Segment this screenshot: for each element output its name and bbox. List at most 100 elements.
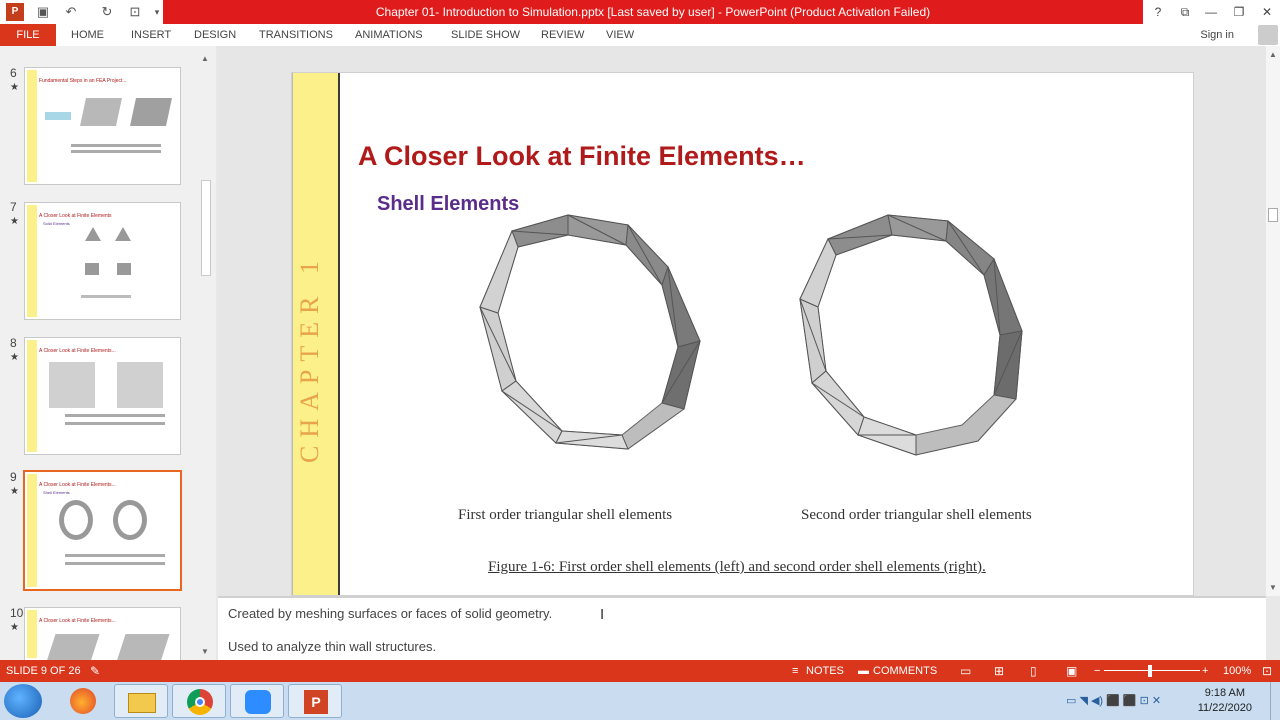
tab-transitions[interactable]: TRANSITIONS	[259, 24, 333, 46]
restore-icon[interactable]: ❐	[1226, 0, 1252, 24]
thumbnail-graphic	[117, 362, 163, 408]
scroll-up-icon[interactable]: ▲	[1269, 50, 1277, 59]
fit-to-window-icon[interactable]: ⊡	[1262, 660, 1272, 682]
text-cursor-icon: I	[600, 606, 605, 623]
thumbnail-graphic	[117, 263, 131, 275]
thumbnail-number: 6	[10, 66, 17, 80]
thumbnail-title: Fundamental Steps in an FEA Project...	[39, 78, 127, 84]
scroll-down-icon[interactable]: ▼	[201, 647, 209, 656]
slide-show-icon[interactable]: ▣	[1066, 660, 1077, 682]
tab-file[interactable]: FILE	[0, 24, 56, 46]
sign-in-link[interactable]: Sign in	[1200, 24, 1234, 46]
scroll-down-icon[interactable]: ▼	[1269, 583, 1277, 592]
slide-sorter-icon[interactable]: ⊞	[994, 660, 1004, 682]
zoom-level[interactable]: 100%	[1223, 660, 1251, 682]
thumbnail-title: A Closer Look at Finite Elements...	[39, 618, 116, 624]
tray-icons[interactable]: ▭ ◥ ◀) ⬛ ⬛ ⊡ ✕	[1066, 694, 1161, 707]
notes-button[interactable]: NOTES	[806, 660, 844, 682]
thumbnail-text-line	[81, 295, 131, 298]
notes-pane[interactable]: Created by meshing surfaces or faces of …	[218, 596, 1266, 660]
slide-thumbnail-7[interactable]: A Closer Look at Finite Elements Solid E…	[24, 202, 181, 320]
thumbnail-number: 8	[10, 336, 17, 350]
thumbnail-text-line	[71, 144, 161, 147]
normal-view-icon[interactable]: ▭	[960, 660, 971, 682]
tab-home[interactable]: HOME	[71, 24, 104, 46]
thumbnail-chapter-strip	[27, 70, 37, 182]
minimize-icon[interactable]: —	[1198, 0, 1224, 24]
thumbnail-graphic	[115, 227, 131, 241]
title-bar: P ▣ ↶ ↻ ⊡ ▾ Chapter 01- Introduction to …	[0, 0, 1280, 24]
show-desktop-button[interactable]	[1270, 682, 1280, 720]
thumbnail-title: A Closer Look at Finite Elements...	[39, 482, 116, 488]
ribbon-tabs: FILE HOME INSERT DESIGN TRANSITIONS ANIM…	[0, 24, 1280, 46]
caption-first-order: First order triangular shell elements	[458, 507, 673, 523]
thumbnail-text-line	[65, 414, 165, 417]
status-bar: SLIDE 9 OF 26 ✎ ≡ NOTES ▬ COMMENTS ▭ ⊞ ▯…	[0, 660, 1280, 682]
spell-check-icon[interactable]: ✎	[90, 660, 100, 682]
zoom-app-icon[interactable]	[230, 684, 284, 718]
clock-time: 9:18 AM	[1204, 687, 1246, 699]
slide-thumbnail-10[interactable]: A Closer Look at Finite Elements...	[24, 607, 181, 660]
zoom-slider[interactable]	[1104, 670, 1200, 671]
slide-scrollbar[interactable]: ▲ ▼	[1266, 46, 1280, 596]
slide-thumbnail-6[interactable]: Fundamental Steps in an FEA Project...	[24, 67, 181, 185]
clock-date: 11/22/2020	[1197, 702, 1252, 714]
thumbnail-text-line	[65, 554, 165, 557]
comments-icon[interactable]: ▬	[858, 660, 869, 682]
start-from-beginning-icon[interactable]: ⊡	[126, 3, 144, 21]
thumbnail-graphic	[49, 362, 95, 408]
powerpoint-logo-icon: P	[6, 3, 24, 21]
thumbnail-title: A Closer Look at Finite Elements...	[39, 348, 116, 354]
scrollbar-thumb[interactable]	[201, 180, 211, 276]
thumbnail-number: 7	[10, 200, 17, 214]
scroll-up-icon[interactable]: ▲	[201, 54, 209, 63]
start-button-icon[interactable]	[4, 684, 42, 718]
tab-slide-show[interactable]: SLIDE SHOW	[451, 24, 520, 46]
slide-thumbnail-9[interactable]: A Closer Look at Finite Elements... Shel…	[23, 470, 182, 591]
zoom-in-icon[interactable]: +	[1202, 660, 1208, 682]
thumbnail-subtitle: Solid Elements	[43, 221, 70, 226]
firefox-icon[interactable]	[56, 684, 110, 718]
thumbnail-graphic	[46, 634, 100, 660]
tab-review[interactable]: REVIEW	[541, 24, 584, 46]
zoom-out-icon[interactable]: −	[1094, 660, 1100, 682]
file-explorer-icon[interactable]	[114, 684, 168, 718]
notes-icon[interactable]: ≡	[792, 660, 798, 682]
slide-title[interactable]: A Closer Look at Finite Elements…	[358, 141, 806, 172]
animation-star-icon: ★	[10, 352, 19, 363]
current-slide[interactable]: CHAPTER 1 A Closer Look at Finite Elemen…	[291, 72, 1194, 596]
undo-icon[interactable]: ↶	[62, 3, 80, 21]
notes-line[interactable]: Created by meshing surfaces or faces of …	[228, 606, 552, 621]
help-icon[interactable]: ?	[1145, 0, 1171, 24]
user-avatar-icon[interactable]	[1258, 25, 1278, 45]
scrollbar-thumb[interactable]	[1268, 208, 1278, 222]
thumbnail-number: 10	[10, 606, 24, 620]
thumbnail-title: A Closer Look at Finite Elements	[39, 213, 112, 219]
slide-thumbnail-8[interactable]: A Closer Look at Finite Elements...	[24, 337, 181, 455]
chapter-strip: CHAPTER 1	[292, 73, 340, 595]
redo-icon[interactable]: ↻	[98, 3, 116, 21]
zoom-slider-thumb[interactable]	[1148, 665, 1152, 677]
first-order-shell-ring-graphic	[479, 214, 701, 450]
tab-insert[interactable]: INSERT	[131, 24, 171, 46]
chrome-icon[interactable]	[172, 684, 226, 718]
notes-line[interactable]: Used to analyze thin wall structures.	[228, 639, 436, 654]
animation-star-icon: ★	[10, 622, 19, 633]
tab-animations[interactable]: ANIMATIONS	[355, 24, 423, 46]
windows-taskbar: P ▭ ◥ ◀) ⬛ ⬛ ⊡ ✕ 9:18 AM 11/22/2020	[0, 682, 1280, 720]
thumbnail-chapter-strip	[27, 340, 37, 452]
tab-view[interactable]: VIEW	[606, 24, 634, 46]
reading-view-icon[interactable]: ▯	[1030, 660, 1037, 682]
save-icon[interactable]: ▣	[34, 3, 52, 21]
close-icon[interactable]: ✕	[1254, 0, 1280, 24]
powerpoint-app-icon[interactable]: P	[288, 684, 342, 718]
comments-button[interactable]: COMMENTS	[873, 660, 937, 682]
tab-design[interactable]: DESIGN	[194, 24, 236, 46]
slide-editing-area: CHAPTER 1 A Closer Look at Finite Elemen…	[218, 46, 1266, 596]
ribbon-display-icon[interactable]: ⧉	[1172, 0, 1198, 24]
window-title: Chapter 01- Introduction to Simulation.p…	[163, 0, 1143, 24]
thumbnail-text-line	[65, 562, 165, 565]
thumbnail-graphic	[116, 634, 170, 660]
thumbnail-scrollbar[interactable]: ▲ ▼	[198, 54, 214, 656]
system-clock[interactable]: 9:18 AM 11/22/2020	[1198, 686, 1252, 716]
